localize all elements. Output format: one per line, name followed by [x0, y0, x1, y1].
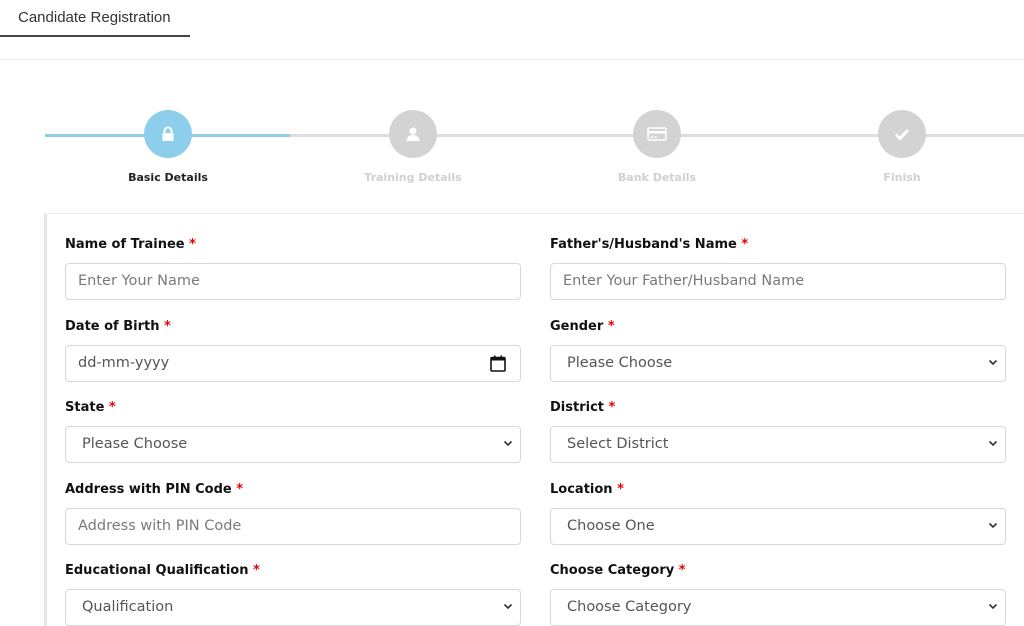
date-of-birth-label: Date of Birth *: [65, 319, 171, 334]
educational-qualification-select[interactable]: Qualification: [65, 589, 521, 626]
calendar-icon[interactable]: [490, 355, 506, 372]
step-label: Basic Details: [128, 171, 208, 184]
selected-value: Qualification: [82, 599, 174, 615]
label-text: Gender: [550, 319, 604, 334]
lock-icon: [161, 126, 175, 142]
required-asterisk: *: [607, 319, 615, 334]
label-text: State: [65, 400, 105, 415]
step-label: Bank Details: [617, 171, 697, 184]
chevron-down-icon: [988, 440, 998, 447]
step-circle: [144, 110, 192, 158]
chevron-down-icon: [988, 603, 998, 610]
label-text: Educational Qualification: [65, 563, 249, 578]
step-circle: [878, 110, 926, 158]
educational-qualification-label: Educational Qualification *: [65, 563, 260, 578]
label-text: Name of Trainee: [65, 237, 185, 252]
required-asterisk: *: [236, 482, 244, 497]
selected-value: Choose Category: [567, 599, 692, 615]
selected-value: Please Choose: [82, 436, 188, 452]
step-label: Training Details: [364, 171, 462, 184]
label-text: Father's/Husband's Name: [550, 237, 737, 252]
step-basic-details[interactable]: Basic Details: [88, 110, 248, 184]
label-text: District: [550, 400, 604, 415]
chevron-down-icon: [988, 359, 998, 366]
label-text: Date of Birth: [65, 319, 160, 334]
step-circle: [633, 110, 681, 158]
chevron-down-icon: [503, 440, 513, 447]
label-text: Address with PIN Code: [65, 482, 232, 497]
tab-candidate-registration[interactable]: Candidate Registration: [0, 0, 190, 37]
step-training-details[interactable]: Training Details: [333, 110, 493, 184]
divider: [0, 59, 1024, 60]
required-asterisk: *: [678, 563, 686, 578]
district-label: District *: [550, 400, 615, 415]
required-asterisk: *: [253, 563, 260, 578]
name-of-trainee-label: Name of Trainee *: [65, 237, 196, 252]
label-text: Location: [550, 482, 613, 497]
required-asterisk: *: [608, 400, 616, 415]
step-finish[interactable]: Finish: [822, 110, 982, 184]
choose-category-label: Choose Category *: [550, 563, 686, 578]
placeholder: Address with PIN Code: [78, 518, 242, 534]
choose-category-select[interactable]: Choose Category: [550, 589, 1006, 626]
placeholder: Enter Your Father/Husband Name: [563, 273, 805, 289]
required-asterisk: *: [108, 400, 116, 415]
gender-label: Gender *: [550, 319, 615, 334]
user-icon: [405, 126, 421, 142]
selected-value: Choose One: [567, 518, 655, 534]
step-circle: [389, 110, 437, 158]
step-bank-details[interactable]: Bank Details: [577, 110, 737, 184]
location-label: Location *: [550, 482, 624, 497]
name-of-trainee-input[interactable]: Enter Your Name: [65, 263, 521, 300]
credit-card-icon: [647, 126, 667, 142]
location-select[interactable]: Choose One: [550, 508, 1006, 545]
father-s-husband-s-name-input[interactable]: Enter Your Father/Husband Name: [550, 263, 1006, 300]
required-asterisk: *: [741, 237, 749, 252]
required-asterisk: *: [189, 237, 196, 252]
date-of-birth-input[interactable]: dd-mm-yyyy: [65, 345, 521, 382]
step-label: Finish: [883, 171, 921, 184]
selected-value: Select District: [567, 436, 669, 452]
district-select[interactable]: Select District: [550, 426, 1006, 463]
chevron-down-icon: [988, 522, 998, 529]
selected-value: Please Choose: [567, 355, 673, 371]
address-with-pin-code-label: Address with PIN Code *: [65, 482, 243, 497]
placeholder: Enter Your Name: [78, 273, 200, 289]
required-asterisk: *: [164, 319, 171, 334]
father-s-husband-s-name-label: Father's/Husband's Name *: [550, 237, 748, 252]
state-label: State *: [65, 400, 116, 415]
state-select[interactable]: Please Choose: [65, 426, 521, 463]
gender-select[interactable]: Please Choose: [550, 345, 1006, 382]
placeholder: dd-mm-yyyy: [78, 355, 170, 371]
chevron-down-icon: [503, 603, 513, 610]
address-with-pin-code-input[interactable]: Address with PIN Code: [65, 508, 521, 545]
label-text: Choose Category: [550, 563, 675, 578]
check-icon: [894, 127, 910, 141]
required-asterisk: *: [617, 482, 624, 497]
